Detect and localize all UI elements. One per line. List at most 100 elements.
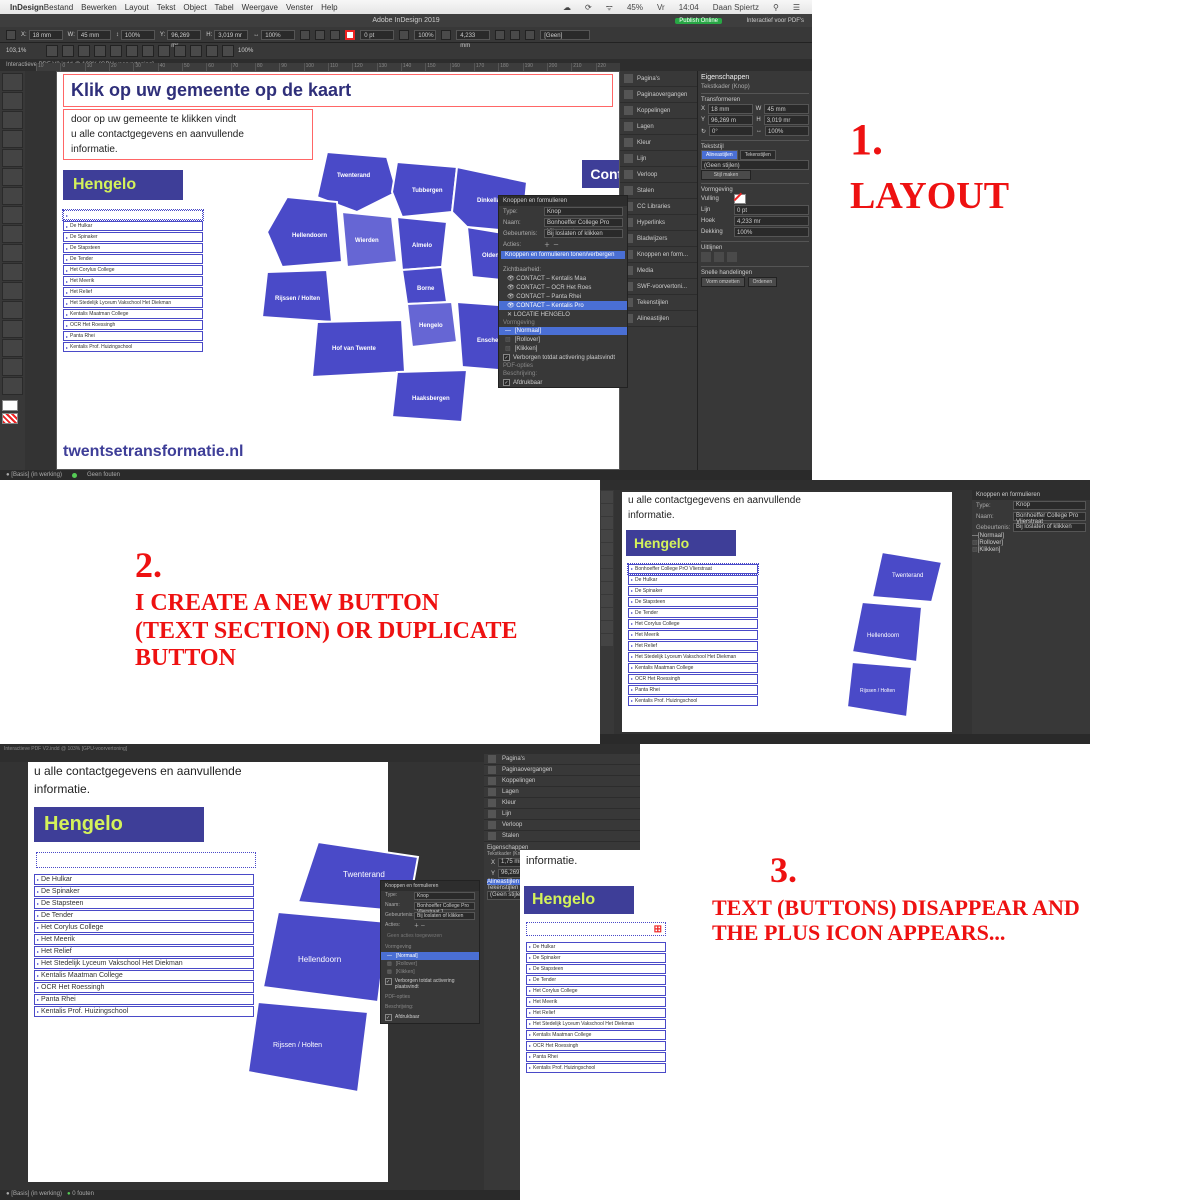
menu-venster[interactable]: Venster <box>286 3 313 12</box>
panel-item[interactable]: Knoppen en form... <box>620 247 697 263</box>
menu-layout[interactable]: Layout <box>125 3 149 12</box>
gap-tool-icon[interactable] <box>2 130 23 148</box>
spotlight-icon[interactable]: ⚲ <box>773 3 779 12</box>
bf-name[interactable]: Bonhoeffer College Pro Vlierstraat <box>544 218 623 227</box>
bf-type[interactable]: Knop <box>544 207 623 216</box>
prop-hook[interactable]: 4,233 mr <box>734 216 809 226</box>
publish-online-button[interactable]: Publish Online <box>675 18 722 24</box>
zoom-tool-icon[interactable] <box>2 377 23 395</box>
list-selection-frame[interactable] <box>63 210 203 220</box>
style-select[interactable]: (Geen stijlen) <box>701 160 809 170</box>
sync-icon[interactable]: ⟳ <box>585 3 592 12</box>
fill-none-icon[interactable] <box>345 30 355 40</box>
overset-plus-icon[interactable]: ⊞ <box>654 924 662 935</box>
col1-icon[interactable] <box>46 45 58 57</box>
h-field[interactable]: 3,019 mr <box>214 30 248 40</box>
list-item[interactable]: Kentalis Maatman College <box>63 309 203 319</box>
transform-tool-icon[interactable] <box>2 282 23 300</box>
list-item[interactable]: De Tender <box>63 254 203 264</box>
scale2-field[interactable]: 100% <box>261 30 295 40</box>
bf-hidden-check[interactable]: ✓Verborgen totdat activering plaatsvindt <box>499 353 627 362</box>
list-item[interactable]: OCR Het Roessingh <box>63 320 203 330</box>
convert-shape-button[interactable]: Vorm omzetten <box>701 277 745 287</box>
y-field[interactable]: 96,269 mr <box>167 30 201 40</box>
panel-item[interactable]: Kleur <box>620 135 697 151</box>
wifi-icon[interactable]: ᯤ <box>606 2 613 13</box>
prop-h[interactable]: 3,019 mr <box>764 115 809 125</box>
corner-field[interactable]: 4,233 mm <box>456 30 490 40</box>
list-item[interactable]: Het Corylus College <box>63 265 203 275</box>
status-left[interactable]: ● [Basis] (in werking) <box>6 472 62 478</box>
page-tool-icon[interactable] <box>2 111 23 129</box>
buttons-forms-panel[interactable]: Knoppen en formulieren Type:Knop Naam:Bo… <box>498 195 628 388</box>
panel-item[interactable]: Stalen <box>620 183 697 199</box>
flip-h-icon[interactable] <box>315 30 325 40</box>
list-item[interactable]: Panta Rhei <box>63 331 203 341</box>
x-field[interactable]: 18 mm <box>29 30 63 40</box>
w-field[interactable]: 45 mm <box>77 30 111 40</box>
gradient-tool-icon[interactable] <box>2 301 23 319</box>
col2-icon[interactable] <box>62 45 74 57</box>
prop-rot[interactable]: 0° <box>709 126 753 136</box>
list-item[interactable]: Het Relief <box>63 287 203 297</box>
fx-icon[interactable] <box>399 30 409 40</box>
panel-item[interactable]: SWF-voorvertoni... <box>620 279 697 295</box>
arrange-button[interactable]: Ordenen <box>748 277 777 287</box>
align-m-icon[interactable] <box>206 45 218 57</box>
overset-text-frame[interactable]: ⊞ <box>526 922 666 936</box>
cloud-icon[interactable]: ☁ <box>563 3 571 12</box>
align-b-icon[interactable] <box>222 45 234 57</box>
list-item[interactable]: De Hulkar <box>63 221 203 231</box>
note-tool-icon[interactable] <box>2 320 23 338</box>
fill-stroke-swatch[interactable] <box>2 400 23 424</box>
state-click[interactable]: ▧[Klikken] <box>499 344 627 353</box>
type-tool-icon[interactable] <box>2 149 23 167</box>
hand-tool-icon[interactable] <box>2 358 23 376</box>
stroke-field[interactable]: 0 pt <box>360 30 394 40</box>
menu-tekst[interactable]: Tekst <box>157 3 176 12</box>
flip-v-icon[interactable] <box>330 30 340 40</box>
rotate-icon[interactable] <box>300 30 310 40</box>
panel-item[interactable]: Tekenstijlen <box>620 295 697 311</box>
notifications-icon[interactable]: ☰ <box>793 3 800 12</box>
list-item[interactable]: Kentalis Prof. Huizingschool <box>63 342 203 352</box>
prop-line[interactable]: 0 pt <box>734 205 809 215</box>
tab-para[interactable]: Alineastijlen <box>701 150 738 160</box>
list-item[interactable]: De Stapsteen <box>63 243 203 253</box>
direct-select-tool-icon[interactable] <box>2 92 23 110</box>
menu-object[interactable]: Object <box>183 3 206 12</box>
rect-tool-icon[interactable] <box>2 244 23 262</box>
panel-item[interactable]: Media <box>620 263 697 279</box>
col6-icon[interactable] <box>126 45 138 57</box>
app-name[interactable]: InDesign <box>10 3 44 12</box>
scale1-field[interactable]: 100% <box>121 30 155 40</box>
panel-item[interactable]: Bladwijzers <box>620 231 697 247</box>
buttons-forms-panel-3[interactable]: Knoppen en formulieren Type:Knop Naam:Bo… <box>380 880 480 1024</box>
prop-opacity[interactable]: 100% <box>734 227 809 237</box>
panel-item[interactable]: Alineastijlen <box>620 311 697 327</box>
panel-item[interactable]: Hyperlinks <box>620 215 697 231</box>
col3-icon[interactable] <box>78 45 90 57</box>
menu-weergave[interactable]: Weergave <box>242 3 278 12</box>
selection-tool-icon[interactable] <box>2 73 23 91</box>
align-r-icon[interactable] <box>174 45 186 57</box>
mini-canvas-3[interactable]: u alle contactgegevens en aanvullende in… <box>28 762 388 1182</box>
line-tool-icon[interactable] <box>2 168 23 186</box>
panel-item[interactable]: Koppelingen <box>620 103 697 119</box>
mini-canvas-2[interactable]: u alle contactgegevens en aanvullende in… <box>622 492 952 732</box>
panel-item[interactable]: Lijn <box>620 151 697 167</box>
ref-point-icon[interactable] <box>6 30 16 40</box>
menu-bewerken[interactable]: Bewerken <box>81 3 117 12</box>
panel-item[interactable]: Paginaovergangen <box>620 87 697 103</box>
state-normal[interactable]: —[Normaal] <box>499 327 627 335</box>
panel-item[interactable]: Pagina's <box>620 71 697 87</box>
wrap3-icon[interactable] <box>525 30 535 40</box>
panel-item[interactable]: Lagen <box>620 119 697 135</box>
bf-print-check[interactable]: ✓Afdrukbaar <box>499 378 627 387</box>
prop-shear[interactable]: 100% <box>765 126 809 136</box>
col4-icon[interactable] <box>94 45 106 57</box>
menu-bestand[interactable]: Bestand <box>44 3 73 12</box>
list-item[interactable]: Het Stedelijk Lyceum Vakschool Het Diekm… <box>63 298 203 308</box>
add-action-icon[interactable]: ＋ <box>544 240 550 249</box>
prop-y[interactable]: 96,269 m <box>708 115 753 125</box>
